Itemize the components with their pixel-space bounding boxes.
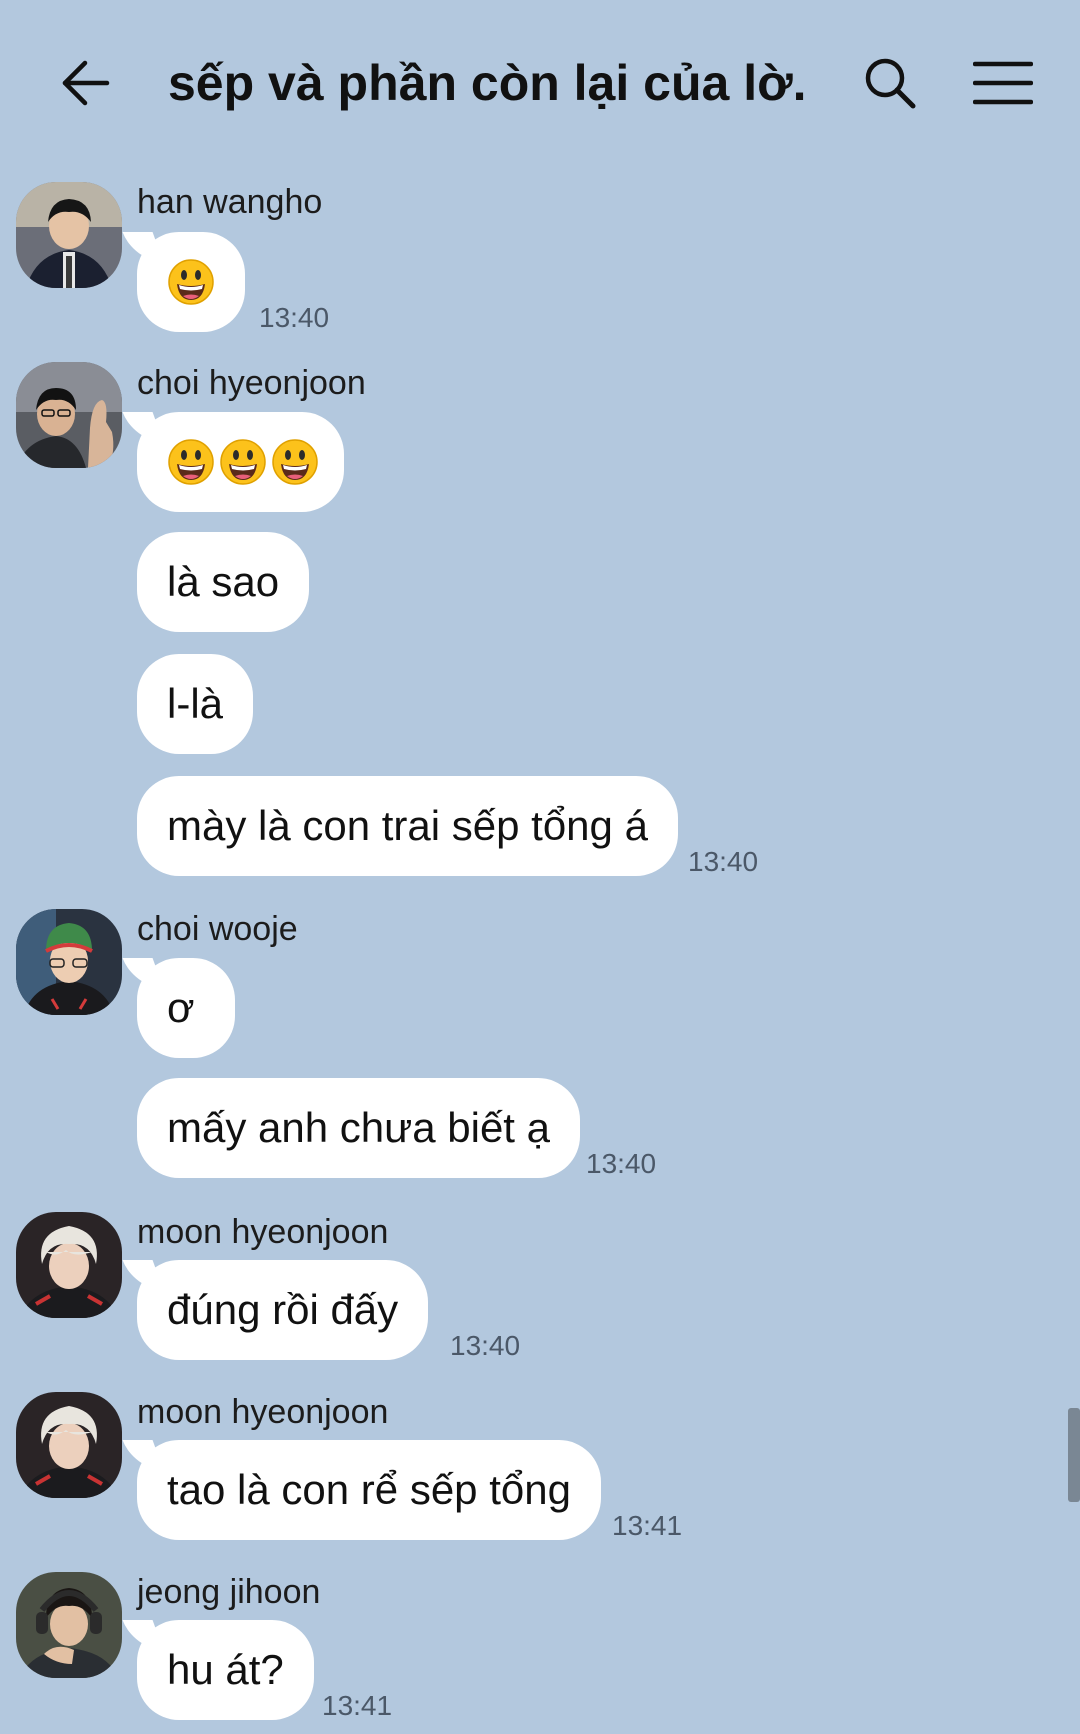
message-timestamp: 13:40 bbox=[688, 846, 759, 877]
chat-title: sếp và phần còn lại của lờ... bbox=[168, 55, 808, 111]
message-bubble[interactable] bbox=[137, 232, 245, 332]
message-bubble[interactable]: tao là con rể sếp tổng bbox=[137, 1440, 601, 1540]
hamburger-menu-icon bbox=[972, 61, 1033, 105]
smiley-emoji-icon bbox=[168, 439, 214, 485]
avatar[interactable] bbox=[16, 909, 122, 1015]
smiley-emoji-icon bbox=[168, 259, 214, 305]
avatar[interactable] bbox=[16, 182, 122, 288]
message-timestamp: 13:41 bbox=[612, 1510, 683, 1541]
sender-name: moon hyeonjoon bbox=[137, 1213, 389, 1251]
message-bubble[interactable]: ơ bbox=[137, 958, 235, 1058]
message-bubble[interactable]: l-là bbox=[137, 654, 254, 754]
message-bubble[interactable]: hu át? bbox=[137, 1620, 314, 1720]
message-timestamp: 13:40 bbox=[259, 302, 330, 333]
scrollbar[interactable] bbox=[1068, 1408, 1080, 1502]
smiley-emoji-icon bbox=[220, 439, 266, 485]
message-timestamp: 13:41 bbox=[322, 1690, 393, 1721]
chat-screen: sếp và phần còn lại của lờ... han wangho… bbox=[0, 0, 1080, 1734]
emoji-message bbox=[167, 258, 215, 306]
message-bubble[interactable]: mấy anh chưa biết ạ bbox=[137, 1078, 581, 1178]
avatar[interactable] bbox=[16, 1572, 122, 1678]
sender-name: moon hyeonjoon bbox=[137, 1393, 389, 1431]
avatar[interactable] bbox=[16, 362, 122, 468]
message-timestamp: 13:40 bbox=[450, 1330, 521, 1361]
message-timestamp: 13:40 bbox=[586, 1148, 657, 1179]
emoji-message bbox=[167, 438, 319, 486]
sender-name: jeong jihoon bbox=[137, 1573, 321, 1611]
smiley-emoji-icon bbox=[272, 439, 318, 485]
avatar[interactable] bbox=[16, 1392, 122, 1498]
sender-name: choi hyeonjoon bbox=[137, 364, 366, 402]
chat-header: sếp và phần còn lại của lờ... bbox=[0, 0, 1080, 165]
message-bubble[interactable]: mày là con trai sếp tổng á bbox=[137, 776, 678, 876]
message-bubble[interactable]: đúng rồi đấy bbox=[137, 1260, 429, 1360]
sender-name: choi wooje bbox=[137, 910, 298, 948]
menu-button[interactable] bbox=[965, 48, 1040, 118]
search-icon bbox=[865, 58, 916, 109]
message-bubble[interactable] bbox=[137, 412, 344, 512]
back-button[interactable] bbox=[50, 48, 120, 118]
search-button[interactable] bbox=[855, 48, 925, 118]
back-arrow-icon bbox=[62, 60, 110, 106]
message-bubble[interactable]: là sao bbox=[137, 532, 310, 632]
sender-name: han wangho bbox=[137, 183, 323, 221]
avatar[interactable] bbox=[16, 1212, 122, 1318]
